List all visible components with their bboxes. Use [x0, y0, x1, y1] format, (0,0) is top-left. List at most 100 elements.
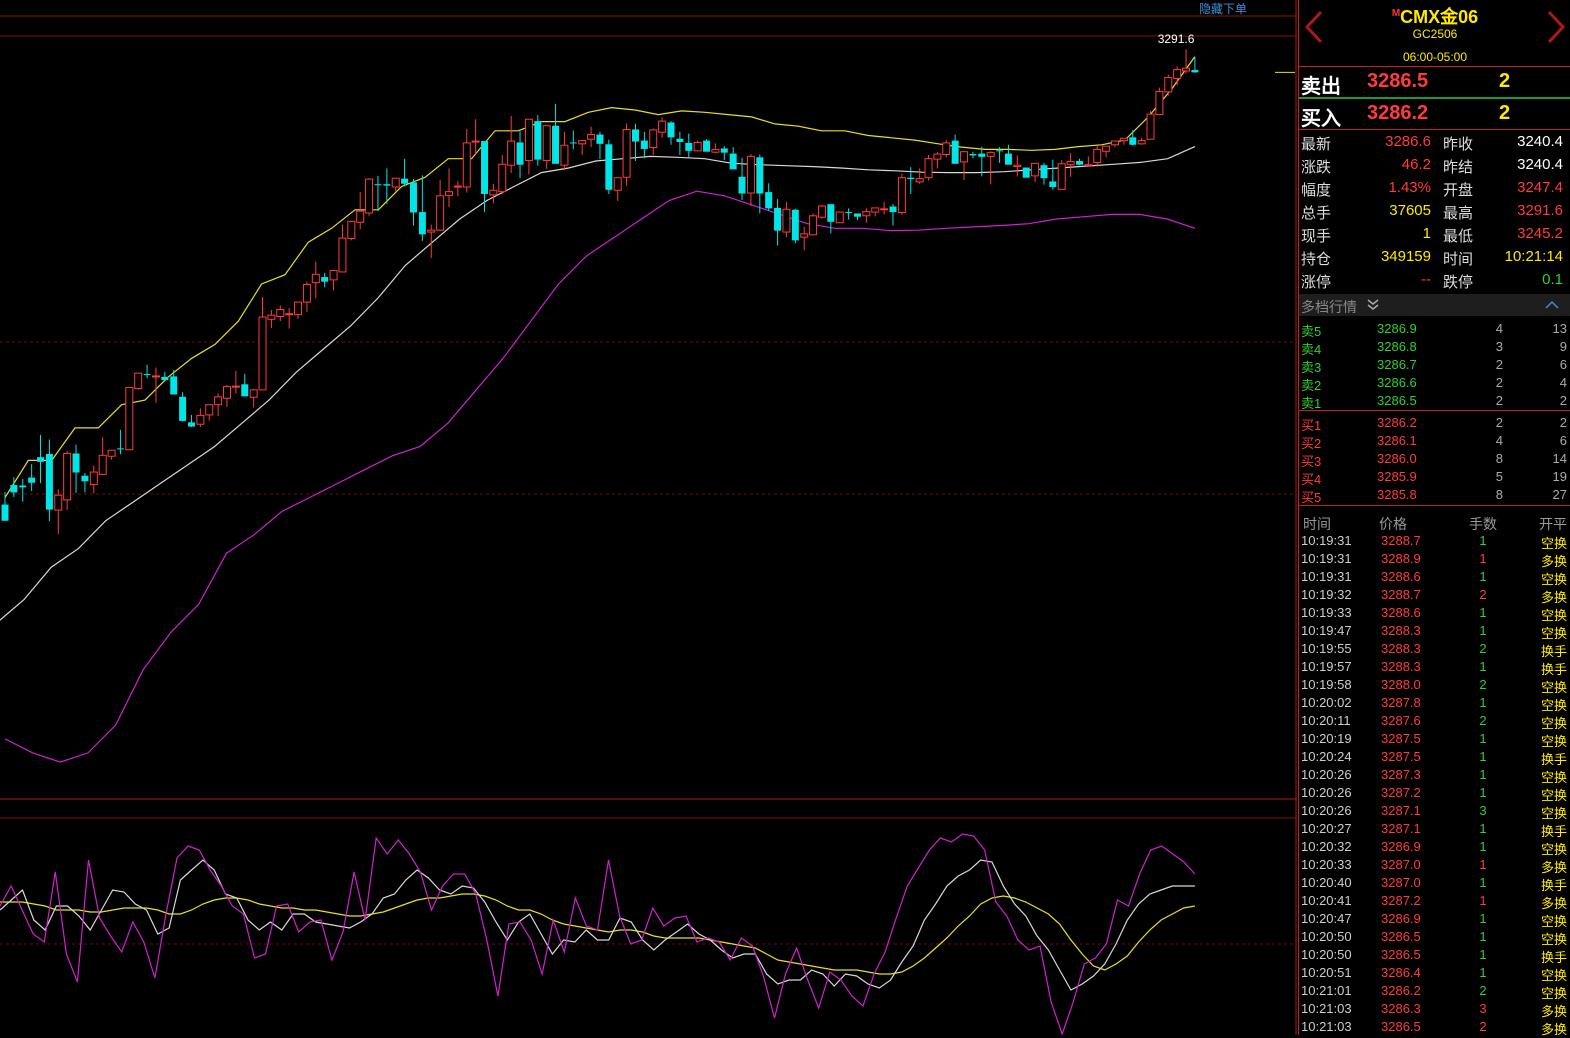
tick-qty: 2 [1479, 587, 1487, 602]
tick-row: 10:20:19 3287.5 1 空换 [1299, 730, 1570, 749]
depth-total: 27 [1552, 487, 1567, 502]
bid-depth-row[interactable]: 买2 3286.1 4 6 [1299, 431, 1570, 451]
tick-time: 10:20:40 [1301, 875, 1352, 890]
candle-body-down [516, 142, 524, 165]
stats-row: 涨停 -- 跌停 0.1 [1299, 269, 1570, 292]
tick-row: 10:20:26 3287.2 1 空换 [1299, 784, 1570, 803]
candle-body-down [720, 148, 728, 153]
depth-total: 2 [1559, 393, 1567, 408]
chevron-up-icon[interactable] [1545, 300, 1559, 310]
candle-body-up [329, 270, 338, 281]
ask-depth-row[interactable]: 卖2 3286.6 2 4 [1299, 373, 1570, 393]
tick-price: 3287.1 [1381, 803, 1421, 818]
candle-body-down [179, 396, 187, 421]
candle-body-up [223, 386, 231, 399]
stat-value: 1 [1422, 225, 1431, 242]
bid-depth-row[interactable]: 买4 3285.9 5 19 [1299, 467, 1570, 487]
candle-body-down [685, 142, 693, 151]
tick-qty: 1 [1479, 911, 1487, 926]
tick-qty: 2 [1479, 983, 1487, 998]
candle-body-down [1022, 167, 1030, 178]
bid-row[interactable]: 买入 3286.2 2 [1299, 99, 1570, 130]
tick-time: 10:19:31 [1301, 551, 1352, 566]
depth-qty: 8 [1495, 451, 1503, 466]
tick-qty: 3 [1479, 803, 1487, 818]
candle-body-down [28, 477, 36, 483]
tick-time: 10:21:01 [1301, 983, 1352, 998]
candle-body-down [774, 207, 782, 231]
tick-price: 3287.5 [1381, 731, 1421, 746]
bid-qty: 2 [1499, 102, 1511, 124]
depth-price: 3286.8 [1377, 339, 1417, 354]
stat-value: 3291.6 [1517, 202, 1563, 219]
candle-body-up [462, 142, 471, 188]
tick-price: 3287.2 [1381, 785, 1421, 800]
depth-total: 14 [1552, 451, 1567, 466]
ticks-list[interactable]: 10:19:31 3288.7 1 空换 10:19:31 3288.9 1 多换 10:19:… [1299, 532, 1570, 1037]
candle-body-up [1137, 140, 1146, 145]
ask-depth-row[interactable]: 卖4 3286.8 3 9 [1299, 337, 1570, 357]
stats-row: 涨跌 46.2 昨结 3240.4 [1299, 154, 1570, 177]
tick-row: 10:20:33 3287.0 1 多换 [1299, 856, 1570, 875]
kline-chart-area[interactable]: 3291.6 隐藏下单 [0, 0, 1297, 1035]
candle-body-down [383, 184, 391, 186]
ask-depth-row[interactable]: 卖1 3286.5 2 2 [1299, 391, 1570, 411]
tick-qty: 1 [1479, 533, 1487, 548]
candle-body-up [1164, 76, 1173, 93]
candle-body-up [880, 208, 889, 211]
bid-depth-list: 买1 3286.2 2 2 买2 3286.1 4 6 买3 3286.0 8 14 买4 3285… [1299, 413, 1570, 505]
tick-price: 3286.3 [1381, 1001, 1421, 1016]
double-chevron-down-icon[interactable] [1367, 299, 1379, 311]
tick-price: 3286.4 [1381, 965, 1421, 980]
tick-time: 10:20:19 [1301, 731, 1352, 746]
tick-price: 3288.7 [1381, 533, 1421, 548]
tick-time: 10:20:50 [1301, 947, 1352, 962]
next-symbol-icon[interactable] [1545, 10, 1567, 44]
candle-body-down [605, 144, 613, 190]
tick-qty: 1 [1479, 731, 1487, 746]
tick-row: 10:20:27 3287.1 1 换手 [1299, 820, 1570, 839]
candle-body-up [835, 211, 844, 224]
tick-price: 3288.3 [1381, 623, 1421, 638]
depth-header[interactable]: 多档行情 [1299, 294, 1570, 316]
depth-qty: 5 [1495, 469, 1503, 484]
depth-level: 买5 [1301, 490, 1322, 505]
tick-row: 10:20:50 3286.5 1 换手 [1299, 946, 1570, 965]
candle-body-down [703, 140, 711, 152]
tick-qty: 1 [1479, 659, 1487, 674]
candle-body-down [116, 448, 124, 450]
stat-value: 10:21:14 [1504, 248, 1563, 265]
stat-label: 昨收 [1443, 136, 1474, 153]
ask-price: 3286.5 [1367, 70, 1429, 92]
bid-depth-row[interactable]: 买3 3286.0 8 14 [1299, 449, 1570, 469]
stats-row: 持仓 349159 时间 10:21:14 [1299, 246, 1570, 269]
ask-row[interactable]: 卖出 3286.5 2 [1299, 67, 1570, 98]
ask-label: 卖出 [1301, 76, 1341, 98]
ask-depth-row[interactable]: 卖3 3286.7 2 6 [1299, 355, 1570, 375]
hide-order-link[interactable]: 隐藏下单 [1199, 0, 1247, 17]
ask-depth-row[interactable]: 卖5 3286.9 4 13 [1299, 319, 1570, 339]
symbol-title: MCMX金06 [1299, 3, 1570, 29]
candle-body-down [756, 157, 764, 194]
bid-depth-row[interactable]: 买1 3286.2 2 2 [1299, 413, 1570, 433]
tick-open-close: 多换 [1540, 1022, 1567, 1037]
tick-time: 10:20:27 [1301, 821, 1352, 836]
tick-row: 10:20:26 3287.1 3 空换 [1299, 802, 1570, 821]
kline-chart-svg[interactable]: 3291.6 [0, 0, 1297, 1035]
tick-row: 10:20:40 3287.0 1 换手 [1299, 874, 1570, 893]
tick-time: 10:19:33 [1301, 605, 1352, 620]
col-qty: 手数 [1469, 516, 1497, 532]
candle-body-up [1013, 164, 1022, 168]
tick-row: 10:21:03 3286.5 2 多换 [1299, 1018, 1570, 1037]
candle-body-up [960, 151, 969, 163]
depth-qty: 3 [1495, 339, 1503, 354]
bid-depth-row[interactable]: 买5 3285.8 8 27 [1299, 485, 1570, 505]
tick-row: 10:19:47 3288.3 1 空换 [1299, 622, 1570, 641]
tick-row: 10:19:55 3288.3 2 换手 [1299, 640, 1570, 659]
tick-price: 3287.8 [1381, 695, 1421, 710]
candle-body-up [302, 283, 311, 303]
candle-body-down [37, 457, 45, 462]
candle-body-down [1075, 161, 1083, 165]
tick-price: 3286.2 [1381, 983, 1421, 998]
stat-value: 3247.4 [1517, 179, 1563, 196]
